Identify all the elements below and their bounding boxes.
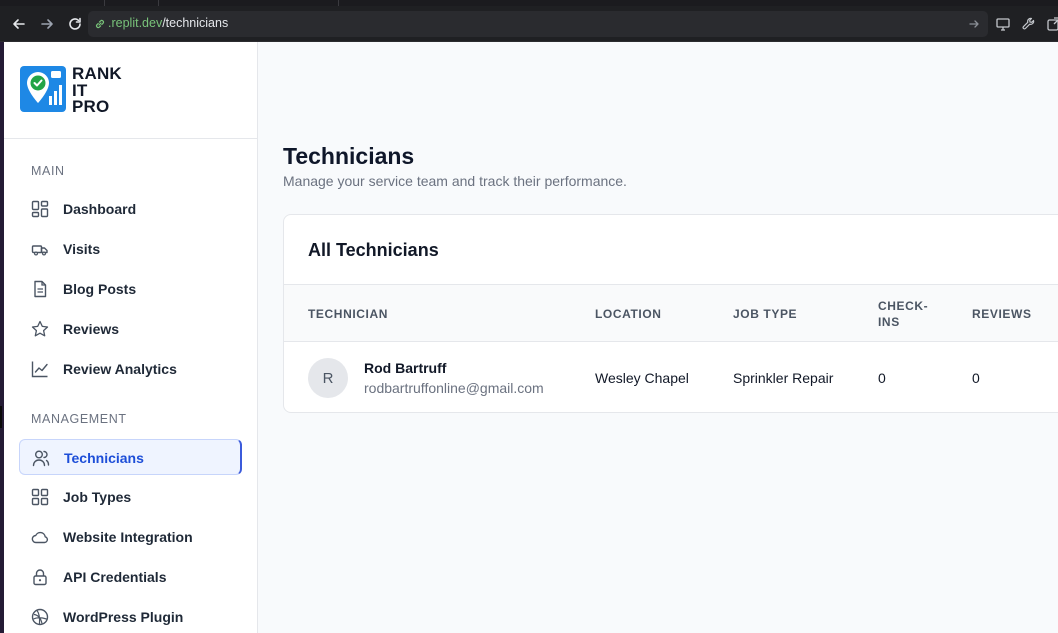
- address-bar[interactable]: .replit.dev/technicians: [88, 11, 988, 37]
- sidebar-item-job-types[interactable]: Job Types: [19, 479, 242, 515]
- back-icon[interactable]: [9, 14, 29, 34]
- rank-it-pro-logo-icon: [20, 66, 66, 117]
- lock-icon: [31, 568, 49, 586]
- column-header-check-ins: CHECK- INS: [878, 299, 929, 329]
- truck-icon: [31, 240, 49, 258]
- brand-wordmark: RANK IT PRO: [72, 65, 122, 116]
- sidebar-item-review-analytics[interactable]: Review Analytics: [19, 351, 242, 387]
- sidebar-item-label: Dashboard: [63, 201, 137, 217]
- sidebar-item-label: Job Types: [63, 489, 132, 505]
- go-arrow-icon[interactable]: [968, 17, 980, 35]
- sidebar-item-reviews[interactable]: Reviews: [19, 311, 242, 347]
- sidebar-item-label: API Credentials: [63, 569, 167, 585]
- sidebar-item-label: Review Analytics: [63, 361, 177, 377]
- wrench-icon[interactable]: [1021, 16, 1037, 32]
- url-host: .replit.dev: [108, 16, 163, 30]
- forward-icon[interactable]: [37, 14, 57, 34]
- column-header-reviews: REVIEWS: [972, 307, 1032, 321]
- technician-name: Rod Bartruff: [364, 360, 447, 376]
- main-content: Technicians Manage your service team and…: [259, 42, 1058, 633]
- column-header-technician: TECHNICIAN: [308, 307, 388, 321]
- document-icon: [31, 280, 49, 298]
- technician-job-type: Sprinkler Repair: [733, 370, 834, 386]
- brand-line-3: PRO: [72, 97, 110, 116]
- link-icon: [94, 17, 106, 35]
- star-icon: [31, 320, 49, 338]
- wordpress-icon: [31, 608, 49, 626]
- card-title: All Technicians: [308, 240, 439, 260]
- line-chart-icon: [31, 360, 49, 378]
- section-label-main: MAIN: [31, 164, 65, 178]
- url-path: /technicians: [162, 16, 229, 30]
- page-subtitle: Manage your service team and track their…: [283, 173, 627, 189]
- sidebar-item-label: Reviews: [63, 321, 120, 337]
- desktop-icon[interactable]: [995, 16, 1011, 32]
- dashboard-grid-icon: [31, 200, 49, 218]
- sidebar-item-website-integration[interactable]: Website Integration: [19, 519, 242, 555]
- url-text: .replit.dev/technicians: [108, 16, 228, 30]
- sidebar-item-blog-posts[interactable]: Blog Posts: [19, 271, 242, 307]
- sidebar-item-visits[interactable]: Visits: [19, 231, 242, 267]
- avatar: R: [308, 358, 348, 398]
- section-label-management: MANAGEMENT: [31, 412, 127, 426]
- column-header-location: LOCATION: [595, 307, 662, 321]
- table-row[interactable]: R Rod Bartruff rodbartruffonline@gmail.c…: [284, 342, 1058, 412]
- open-external-icon[interactable]: [1046, 16, 1058, 32]
- page-title: Technicians: [283, 143, 415, 169]
- table-header: TECHNICIAN LOCATION JOB TYPE CHECK- INS …: [284, 285, 1058, 342]
- browser-toolbar: .replit.dev/technicians: [0, 6, 1058, 42]
- sidebar-item-api-credentials[interactable]: API Credentials: [19, 559, 242, 595]
- reload-icon[interactable]: [65, 14, 85, 34]
- sidebar-item-wordpress-plugin[interactable]: WordPress Plugin: [19, 599, 242, 633]
- sidebar-item-technicians[interactable]: Technicians: [19, 439, 242, 475]
- sidebar: RANK IT PRO MAIN Dashboard Visits Blog P…: [4, 42, 258, 633]
- users-icon: [32, 449, 50, 467]
- brand-header: RANK IT PRO: [4, 42, 258, 139]
- grid-icon: [31, 488, 49, 506]
- cloud-icon: [31, 528, 49, 546]
- technician-email: rodbartruffonline@gmail.com: [364, 380, 544, 396]
- sidebar-item-label: Technicians: [64, 450, 144, 466]
- technician-reviews: 0: [972, 370, 980, 386]
- technicians-card: All Technicians TECHNICIAN LOCATION JOB …: [283, 214, 1058, 413]
- sidebar-item-dashboard[interactable]: Dashboard: [19, 191, 242, 227]
- card-header: All Technicians: [284, 215, 1058, 285]
- sidebar-item-label: Visits: [63, 241, 101, 257]
- column-header-job-type: JOB TYPE: [733, 307, 798, 321]
- sidebar-item-label: Website Integration: [63, 529, 193, 545]
- technician-check-ins: 0: [878, 370, 886, 386]
- technician-location: Wesley Chapel: [595, 370, 689, 386]
- sidebar-item-label: Blog Posts: [63, 281, 137, 297]
- sidebar-item-label: WordPress Plugin: [63, 609, 184, 625]
